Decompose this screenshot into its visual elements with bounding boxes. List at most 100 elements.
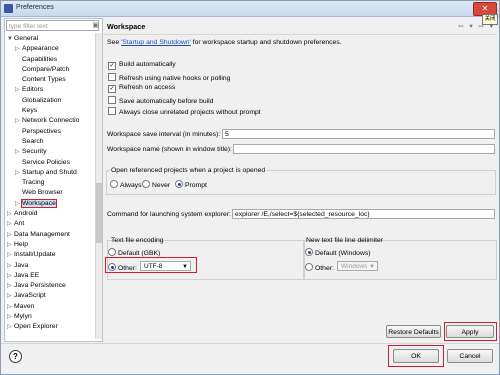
desc-prefix: See: [107, 39, 121, 46]
filter-input[interactable]: type filter text: [6, 20, 99, 31]
tree-item-keys[interactable]: Keys: [5, 106, 95, 116]
tree-item-general[interactable]: ▼General: [5, 34, 95, 44]
tree-item-tracing[interactable]: Tracing: [5, 178, 95, 188]
delimiter-title: New text file line delimiter: [306, 237, 384, 244]
tree-item-java-ee[interactable]: ▷ Java EE: [5, 271, 95, 281]
tree-item-network-connectio[interactable]: ▷ Network Connectio: [5, 116, 95, 126]
clear-filter-icon[interactable]: ▣: [92, 21, 99, 29]
tree-item-label: Service Policies: [22, 158, 70, 166]
expand-toggle-icon[interactable]: ▷: [7, 291, 14, 301]
save-interval-input[interactable]: 5: [222, 129, 495, 139]
expand-toggle-icon[interactable]: ▷: [7, 261, 14, 271]
open-ref-label: Always: [120, 182, 142, 189]
tree-item-data-management[interactable]: ▷ Data Management: [5, 230, 95, 240]
tree-item-compare-patch[interactable]: Compare/Patch: [5, 65, 95, 75]
tree-item-capabilities[interactable]: Capabilities: [5, 55, 95, 65]
expand-toggle-icon[interactable]: ▷: [7, 312, 14, 322]
page-title: Workspace: [107, 22, 146, 31]
expand-toggle-icon[interactable]: ▷: [15, 147, 22, 157]
restore-defaults-button[interactable]: Restore Defaults: [386, 325, 441, 338]
tree-item-label: Network Connectio: [22, 117, 80, 125]
tree-item-mylyn[interactable]: ▷ Mylyn: [5, 312, 95, 322]
expand-toggle-icon[interactable]: ▼: [7, 34, 14, 44]
tree-item-service-policies[interactable]: Service Policies: [5, 158, 95, 168]
title-bar: Preferences ✕: [1, 1, 499, 17]
tree-item-open-explorer[interactable]: ▷ Open Explorer: [5, 322, 95, 332]
tree-item-install-update[interactable]: ▷ Install/Update: [5, 250, 95, 260]
open-ref-radio-always[interactable]: Always: [110, 180, 142, 189]
open-ref-radio-prompt[interactable]: Prompt: [175, 180, 207, 189]
checkbox-icon: [108, 107, 116, 115]
tree-item-label: Startup and Shutd: [22, 168, 77, 176]
tree-item-java-persistence[interactable]: ▷ Java Persistence: [5, 281, 95, 291]
delimiter-other-radio[interactable]: Other:: [305, 263, 334, 272]
tree-item-startup-and-shutd[interactable]: ▷ Startup and Shutd: [5, 168, 95, 178]
workspace-name-input[interactable]: [233, 144, 495, 154]
tree-item-appearance[interactable]: ▷ Appearance: [5, 44, 95, 54]
open-ref-radio-never[interactable]: Never: [142, 180, 170, 189]
tree-scrollbar[interactable]: [95, 33, 102, 339]
apply-highlight-box: [444, 322, 497, 341]
tree-item-android[interactable]: ▷ Android: [5, 209, 95, 219]
tree-item-search[interactable]: Search: [5, 137, 95, 147]
tree-item-workspace[interactable]: ▷ Workspace: [5, 198, 95, 209]
expand-toggle-icon[interactable]: ▷: [15, 85, 22, 95]
expand-toggle-icon[interactable]: ▷: [15, 168, 22, 178]
tree-item-security[interactable]: ▷ Security: [5, 147, 95, 157]
tree-item-globalization[interactable]: Globalization: [5, 96, 95, 106]
tree-item-label: Ant: [14, 220, 25, 228]
option-checkbox-always-close-unrelated-projects-without-prompt[interactable]: Always close unrelated projects without …: [108, 107, 261, 116]
expand-toggle-icon[interactable]: ▷: [7, 230, 14, 240]
radio-selected-icon: [175, 180, 183, 188]
radio-selected-icon: [305, 248, 313, 256]
expand-toggle-icon[interactable]: ▷: [7, 322, 14, 332]
tree-item-label: Tracing: [22, 179, 45, 187]
help-icon[interactable]: ?: [9, 350, 22, 363]
scrollbar-thumb[interactable]: [96, 183, 102, 243]
tree-item-label: Web Browser: [22, 189, 63, 197]
option-checkbox-save-automatically-before-build[interactable]: Save automatically before build: [108, 96, 213, 105]
tree-item-perspectives[interactable]: Perspectives: [5, 127, 95, 137]
cancel-button[interactable]: Cancel: [447, 349, 493, 363]
tree-item-content-types[interactable]: Content Types: [5, 75, 95, 85]
expand-toggle-icon[interactable]: ▷: [7, 209, 14, 219]
tree-item-web-browser[interactable]: Web Browser: [5, 188, 95, 198]
tree-item-maven[interactable]: ▷ Maven: [5, 302, 95, 312]
tree-item-javascript[interactable]: ▷ JavaScript: [5, 291, 95, 301]
page-header: Workspace ⇦ ▾ ⇨ ▾: [104, 18, 497, 35]
expand-toggle-icon[interactable]: ▷: [7, 219, 14, 229]
close-tooltip: 关闭: [482, 14, 498, 25]
option-label: Always close unrelated projects without …: [119, 109, 261, 116]
expand-toggle-icon[interactable]: ▷: [7, 250, 14, 260]
expand-toggle-icon[interactable]: ▷: [7, 281, 14, 291]
tree-item-label: Install/Update: [14, 251, 56, 259]
encoding-default-radio[interactable]: Default (GBK): [108, 248, 160, 257]
option-checkbox-refresh-using-native-hooks-or-polling[interactable]: Refresh using native hooks or polling: [108, 73, 230, 82]
tree-item-label: Java EE: [14, 271, 40, 279]
startup-shutdown-link[interactable]: 'Startup and Shutdown': [121, 39, 191, 46]
option-checkbox-build-automatically[interactable]: ✓ Build automatically: [108, 61, 176, 70]
preferences-tree-panel: type filter text ▣ ▼General ▷ Appearance Ca…: [4, 18, 103, 342]
expand-toggle-icon[interactable]: ▷: [7, 271, 14, 281]
delimiter-value: Windows: [341, 263, 368, 270]
tree-item-ant[interactable]: ▷ Ant: [5, 219, 95, 229]
expand-toggle-icon[interactable]: ▷: [15, 44, 22, 54]
radio-icon: [108, 248, 116, 256]
explorer-command-input[interactable]: explorer /E,/select=${selected_resource_…: [232, 209, 495, 219]
tree-item-label: Android: [14, 210, 38, 218]
tree-item-java[interactable]: ▷ Java: [5, 261, 95, 271]
tree-item-help[interactable]: ▷ Help: [5, 240, 95, 250]
expand-toggle-icon[interactable]: ▷: [15, 116, 22, 126]
expand-toggle-icon[interactable]: ▷: [7, 302, 14, 312]
delimiter-default-radio[interactable]: Default (Windows): [305, 248, 371, 257]
tree-item-label: Perspectives: [22, 127, 61, 135]
option-checkbox-refresh-on-access[interactable]: ✓ Refresh on access: [108, 84, 175, 93]
expand-toggle-icon[interactable]: ▷: [15, 199, 22, 209]
footer-separator: [1, 343, 499, 344]
expand-toggle-icon[interactable]: ▷: [7, 240, 14, 250]
tree-item-label: Help: [14, 240, 28, 248]
checkbox-icon: [108, 96, 116, 104]
delimiter-select[interactable]: Windows ▼: [337, 261, 378, 271]
radio-icon: [305, 263, 313, 271]
tree-item-editors[interactable]: ▷ Editors: [5, 85, 95, 95]
